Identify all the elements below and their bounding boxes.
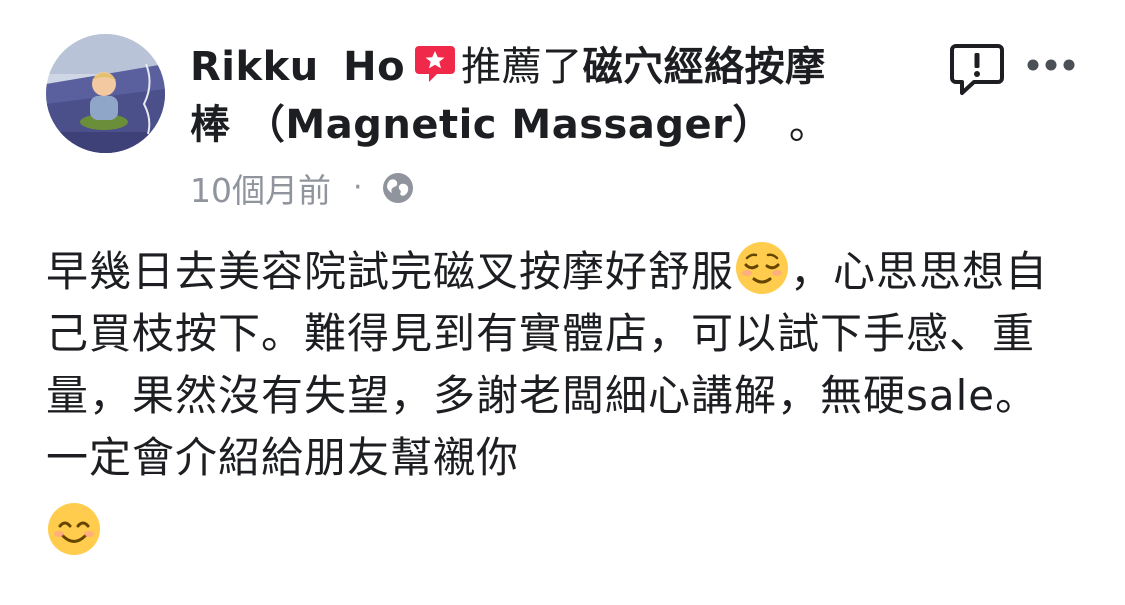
recommend-badge-icon [413, 44, 457, 84]
recommend-verb: 推薦了 [461, 44, 583, 90]
trailing-period: 。 [788, 102, 830, 148]
post-body-part1: 早幾日去美容院試完磁叉按摩好舒服 [46, 247, 735, 296]
author-name-link[interactable]: Rikku Ho [190, 44, 405, 90]
more-options-icon[interactable] [1025, 55, 1077, 75]
post-header: Rikku Ho 推薦了磁穴經絡按摩棒 （Magnetic Massager） 。 [190, 38, 930, 154]
post-timestamp[interactable]: 10個月前 [190, 164, 331, 212]
page-name-line2: 棒 （Magnetic Massager） [190, 102, 753, 148]
page-name-line1: 磁穴經絡按摩 [582, 44, 826, 90]
post-body-text: 早幾日去美容院試完磁叉按摩好舒服 ，心思思想自己買枝按下。難得見到有實體店，可以… [46, 240, 1056, 557]
avatar-image [46, 34, 165, 153]
meta-separator: · [353, 170, 363, 205]
post-meta: 10個月前 · [190, 166, 415, 210]
report-icon[interactable] [948, 42, 1006, 96]
author-avatar[interactable] [46, 34, 165, 153]
smiling-face-icon [46, 501, 102, 557]
relieved-face-icon [734, 240, 790, 296]
globe-icon[interactable] [381, 171, 415, 205]
